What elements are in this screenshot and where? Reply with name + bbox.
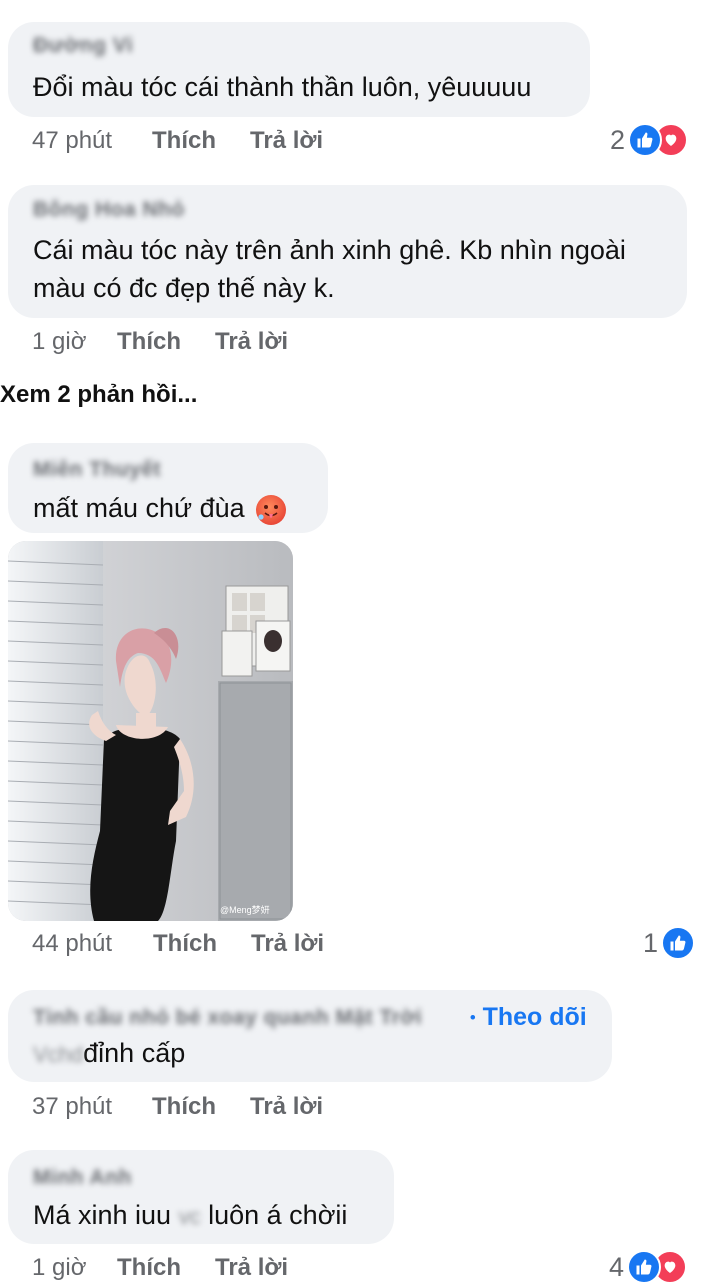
comment-author[interactable]: Đường Vi [33, 34, 133, 58]
comment-time: 47 phút [32, 127, 113, 154]
like-reaction-icon [627, 1250, 662, 1284]
like-link[interactable]: Thích [152, 1093, 216, 1121]
reaction-count: 2 [610, 124, 626, 155]
reaction-summary[interactable]: 2 [610, 123, 689, 157]
comment-text-content: mất máu chứ đùa [33, 493, 245, 523]
comment-text-part-2: luôn á chờii [208, 1200, 348, 1230]
blurred-text: vc [178, 1203, 201, 1229]
comment-text-line-2: màu có đc đẹp thế này k. [33, 273, 335, 303]
comment-author[interactable]: Tinh cầu nhỏ bé xoay quanh Mặt Trời [33, 1006, 422, 1030]
view-replies-link[interactable]: Xem 2 phản hồi... [0, 381, 197, 409]
reply-link[interactable]: Trả lời [215, 328, 288, 356]
follow-label: Theo dõi [482, 1003, 587, 1031]
follow-link[interactable]: • Theo dõi [470, 1003, 587, 1032]
like-link[interactable]: Thích [152, 127, 216, 155]
comment-time: 1 giờ [32, 328, 87, 355]
reaction-summary[interactable]: 4 [609, 1250, 688, 1284]
reply-link[interactable]: Trả lời [215, 1254, 288, 1282]
reply-link[interactable]: Trả lời [250, 127, 323, 155]
comment-text: Má xinh iuu vc luôn á chờii [33, 1196, 347, 1236]
reply-link[interactable]: Trả lời [251, 930, 324, 958]
comment-time: 44 phút [32, 930, 113, 957]
reaction-summary[interactable]: 1 [643, 926, 696, 960]
reply-link[interactable]: Trả lời [250, 1093, 323, 1121]
reaction-count: 1 [643, 927, 659, 958]
reaction-count: 4 [609, 1251, 625, 1282]
comment-text: mất máu chứ đùa [33, 489, 287, 527]
comment-text-line-1: Cái màu tóc này trên ảnh xinh ghê. Kb nh… [33, 235, 626, 265]
comment-text-part-1: Má xinh iuu [33, 1200, 172, 1230]
comment-author[interactable]: Miên Thuyết [33, 458, 161, 482]
comment-author[interactable]: Bông Hoa Nhỏ [33, 198, 185, 222]
comment-text-content: đỉnh cấp [83, 1038, 186, 1068]
photo-illustration: @Meng梦妍 [8, 541, 293, 921]
like-link[interactable]: Thích [153, 930, 217, 958]
follow-dot: • [470, 1009, 476, 1027]
like-link[interactable]: Thích [117, 1254, 181, 1282]
comment-photo[interactable]: @Meng梦妍 [8, 541, 293, 921]
like-link[interactable]: Thích [117, 328, 181, 356]
photo-watermark: @Meng梦妍 [220, 904, 270, 915]
like-reaction-icon [628, 123, 663, 157]
comment-text: Đổi màu tóc cái thành thần luôn, yêuuuuu [33, 72, 532, 102]
like-reaction-icon [661, 926, 696, 960]
comment-text: Vchdđỉnh cấp [33, 1034, 185, 1074]
blurred-text: Vchd [33, 1041, 84, 1067]
comment-author[interactable]: Minh Anh [33, 1166, 132, 1190]
hot-face-emoji-icon [256, 494, 287, 525]
comment-time: 37 phút [32, 1093, 113, 1120]
comment-time: 1 giờ [32, 1254, 87, 1281]
